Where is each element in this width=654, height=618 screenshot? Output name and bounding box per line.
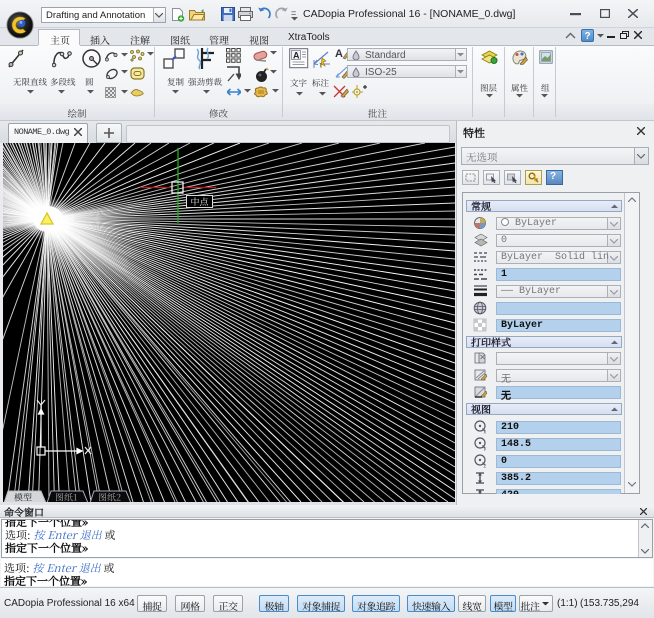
svg-text:z: z: [484, 464, 487, 469]
svg-text:y: y: [484, 447, 487, 452]
svg-text:模型: 模型: [14, 491, 32, 503]
svg-text:图纸1: 图纸1: [55, 491, 77, 503]
svg-text:图纸2: 图纸2: [98, 491, 121, 503]
svg-text:x: x: [484, 430, 487, 435]
svg-text:A: A: [293, 51, 300, 61]
svg-text:A: A: [335, 48, 343, 60]
